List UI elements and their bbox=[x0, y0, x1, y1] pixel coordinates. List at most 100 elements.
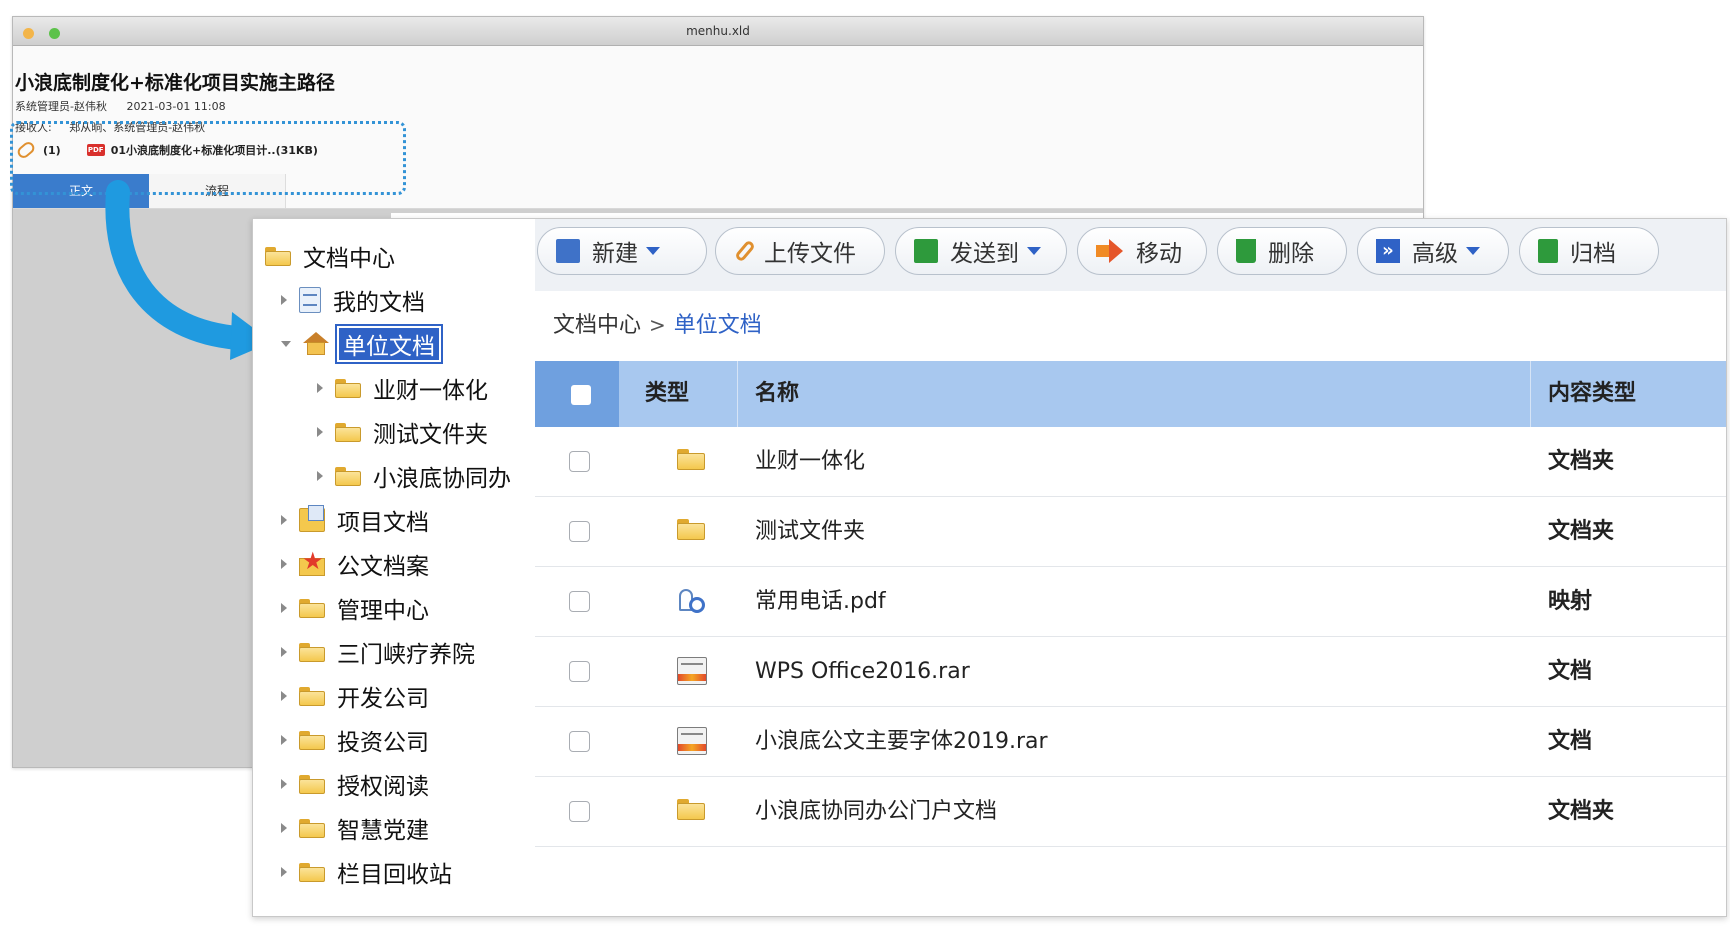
folder-icon bbox=[335, 378, 361, 398]
column-header-type[interactable]: 类型 bbox=[645, 361, 689, 427]
tree-label: 开发公司 bbox=[337, 686, 429, 712]
folder-icon bbox=[677, 799, 705, 820]
tree-label: 文档中心 bbox=[303, 246, 395, 272]
send-to-button[interactable]: 发送到 bbox=[895, 227, 1067, 275]
chevron-down-icon bbox=[646, 247, 660, 255]
folder-icon bbox=[335, 422, 361, 442]
expand-arrow-icon[interactable] bbox=[281, 603, 287, 613]
breadcrumb-separator: > bbox=[649, 313, 666, 337]
archive-file-icon bbox=[677, 727, 707, 755]
row-content-type: 文档 bbox=[1548, 729, 1593, 754]
tree-item-finance[interactable]: 业财一体化 bbox=[317, 371, 488, 405]
advanced-button[interactable]: » 高级 bbox=[1357, 227, 1509, 275]
breadcrumb: 文档中心 > 单位文档 bbox=[553, 307, 762, 339]
expand-arrow-icon[interactable] bbox=[281, 559, 287, 569]
row-content-type: 映射 bbox=[1548, 589, 1593, 614]
tree-item-authorized-reading[interactable]: 授权阅读 bbox=[281, 767, 429, 801]
table-row[interactable]: 小浪底协同办公门户文档 文档夹 bbox=[535, 777, 1726, 847]
delete-button[interactable]: 删除 bbox=[1217, 227, 1347, 275]
expand-arrow-icon[interactable] bbox=[281, 867, 287, 877]
tree-label: 栏目回收站 bbox=[337, 862, 452, 888]
tree-label: 授权阅读 bbox=[337, 774, 429, 800]
table-row[interactable]: 常用电话.pdf 映射 bbox=[535, 567, 1726, 637]
expand-arrow-icon[interactable] bbox=[317, 471, 323, 481]
tree-label: 我的文档 bbox=[333, 290, 425, 316]
toolbar: 新建 上传文件 发送到 移动 删除 » 高级 归档 bbox=[535, 219, 1726, 291]
row-checkbox[interactable] bbox=[569, 521, 590, 542]
folder-icon bbox=[299, 862, 325, 882]
row-name[interactable]: 小浪底公文主要字体2019.rar bbox=[755, 707, 1048, 776]
tree-item-investment[interactable]: 投资公司 bbox=[281, 723, 429, 757]
document-center-panel: 文档中心 我的文档 单位文档 业财一体化 测试文件夹 小浪底协同办 项目文档 ★… bbox=[252, 218, 1727, 917]
move-button[interactable]: 移动 bbox=[1077, 227, 1207, 275]
tree-item-project-docs[interactable]: 项目文档 bbox=[281, 503, 429, 537]
breadcrumb-current[interactable]: 单位文档 bbox=[674, 313, 762, 338]
move-arrow-icon bbox=[1096, 239, 1124, 263]
tree-item-collab-office[interactable]: 小浪底协同办 bbox=[317, 459, 535, 493]
expand-arrow-icon[interactable] bbox=[281, 823, 287, 833]
chevron-down-icon bbox=[1466, 247, 1480, 255]
row-checkbox[interactable] bbox=[569, 801, 590, 822]
attachment-highlight bbox=[10, 121, 406, 195]
expand-arrow-icon[interactable] bbox=[317, 427, 323, 437]
tree-label: 项目文档 bbox=[337, 510, 429, 536]
expand-arrow-icon[interactable] bbox=[281, 515, 287, 525]
expand-arrow-icon[interactable] bbox=[281, 295, 287, 305]
table-row[interactable]: WPS Office2016.rar 文档 bbox=[535, 637, 1726, 707]
column-header-content-type[interactable]: 内容类型 bbox=[1548, 361, 1636, 427]
expand-arrow-icon[interactable] bbox=[281, 691, 287, 701]
row-name[interactable]: 业财一体化 bbox=[755, 427, 865, 496]
map-link-icon bbox=[677, 587, 707, 615]
upload-button[interactable]: 上传文件 bbox=[715, 227, 885, 275]
row-checkbox[interactable] bbox=[569, 661, 590, 682]
column-header-name[interactable]: 名称 bbox=[755, 361, 799, 427]
tree-item-recycle-bin[interactable]: 栏目回收站 bbox=[281, 855, 452, 889]
expand-arrow-icon[interactable] bbox=[281, 779, 287, 789]
folder-icon bbox=[299, 598, 325, 618]
select-all-checkbox[interactable] bbox=[571, 385, 591, 405]
tree-item-party-building[interactable]: 智慧党建 bbox=[281, 811, 429, 845]
table-header: 类型 名称 内容类型 bbox=[535, 361, 1726, 427]
window-title: menhu.xld bbox=[686, 24, 750, 38]
tree-item-development[interactable]: 开发公司 bbox=[281, 679, 429, 713]
row-name[interactable]: WPS Office2016.rar bbox=[755, 637, 970, 706]
row-name[interactable]: 小浪底协同办公门户文档 bbox=[755, 777, 997, 846]
table-row[interactable]: 测试文件夹 文档夹 bbox=[535, 497, 1726, 567]
tree-label-selected: 单位文档 bbox=[335, 324, 443, 364]
tree-label: 小浪底协同办 bbox=[373, 466, 511, 492]
table-row[interactable]: 业财一体化 文档夹 bbox=[535, 427, 1726, 497]
new-button[interactable]: 新建 bbox=[537, 227, 707, 275]
row-content-type: 文档夹 bbox=[1548, 799, 1615, 824]
row-checkbox[interactable] bbox=[569, 591, 590, 612]
tree-label: 投资公司 bbox=[337, 730, 429, 756]
tree-item-unit-docs[interactable]: 单位文档 bbox=[281, 324, 443, 364]
tree-label: 三门峡疗养院 bbox=[337, 642, 475, 668]
home-folder-icon bbox=[303, 332, 329, 356]
expand-arrow-icon[interactable] bbox=[281, 735, 287, 745]
expand-arrow-icon[interactable] bbox=[317, 383, 323, 393]
folder-icon bbox=[677, 449, 705, 470]
archive-icon bbox=[1538, 239, 1558, 263]
folder-icon bbox=[299, 774, 325, 794]
new-button-label: 新建 bbox=[592, 241, 638, 267]
collapse-arrow-icon[interactable] bbox=[281, 341, 291, 347]
tree-item-test-folder[interactable]: 测试文件夹 bbox=[317, 415, 488, 449]
tree-label: 业财一体化 bbox=[373, 378, 488, 404]
select-all-cell bbox=[535, 361, 619, 427]
paperclip-icon bbox=[734, 239, 756, 263]
expand-arrow-icon[interactable] bbox=[281, 647, 287, 657]
tree-item-my-docs[interactable]: 我的文档 bbox=[281, 283, 425, 317]
archive-button[interactable]: 归档 bbox=[1519, 227, 1659, 275]
breadcrumb-root[interactable]: 文档中心 bbox=[553, 313, 641, 338]
row-name[interactable]: 测试文件夹 bbox=[755, 497, 865, 566]
row-name[interactable]: 常用电话.pdf bbox=[755, 567, 886, 636]
tree-item-management[interactable]: 管理中心 bbox=[281, 591, 429, 625]
folder-icon bbox=[299, 642, 325, 662]
tree-item-sanatorium[interactable]: 三门峡疗养院 bbox=[281, 635, 475, 669]
table-row[interactable]: 小浪底公文主要字体2019.rar 文档 bbox=[535, 707, 1726, 777]
row-checkbox[interactable] bbox=[569, 731, 590, 752]
tree-item-official-archive[interactable]: 公文档案 bbox=[281, 546, 429, 581]
tree-root[interactable]: 文档中心 bbox=[265, 239, 395, 273]
row-checkbox[interactable] bbox=[569, 451, 590, 472]
folder-tree: 文档中心 我的文档 单位文档 业财一体化 测试文件夹 小浪底协同办 项目文档 ★… bbox=[253, 219, 535, 916]
